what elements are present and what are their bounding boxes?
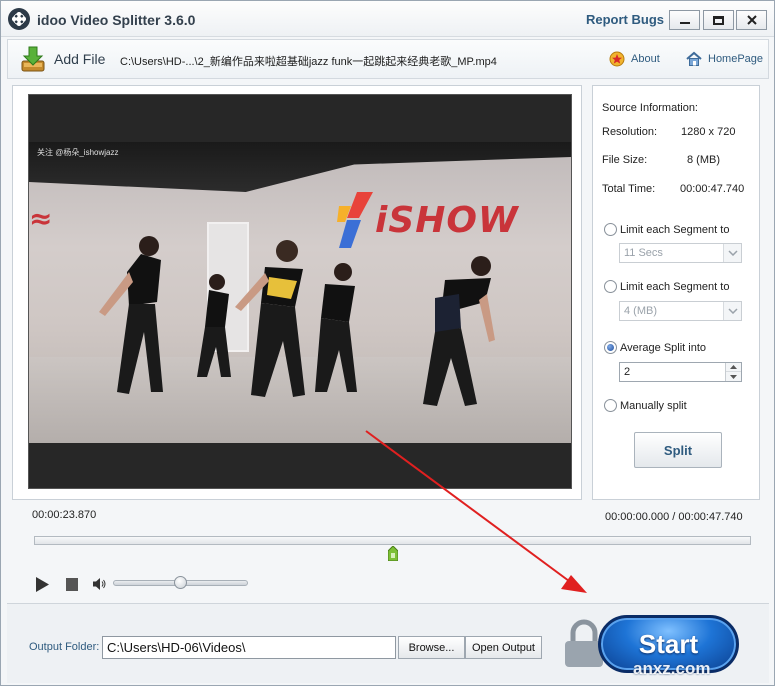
app-window: idoo Video Splitter 3.6.0 Report Bugs Ad… bbox=[0, 0, 775, 686]
file-size-label: File Size: bbox=[602, 154, 648, 166]
split-button[interactable]: Split bbox=[634, 432, 722, 468]
current-time: 00:00:23.870 bbox=[32, 509, 97, 521]
time-range: 00:00:00.000 / 00:00:47.740 bbox=[605, 511, 743, 523]
radio-button[interactable] bbox=[604, 399, 617, 412]
limit-size-label: Limit each Segment to bbox=[620, 280, 730, 293]
radio-button-checked[interactable] bbox=[604, 341, 617, 354]
radio-button[interactable] bbox=[604, 223, 617, 236]
title-bar[interactable]: idoo Video Splitter 3.6.0 Report Bugs bbox=[1, 1, 774, 37]
close-icon bbox=[746, 15, 757, 25]
minimize-button[interactable] bbox=[669, 10, 700, 30]
about-label: About bbox=[631, 53, 660, 65]
limit-time-value: 11 Secs bbox=[624, 247, 663, 259]
minimize-icon bbox=[679, 22, 690, 24]
radio-limit-size[interactable]: Limit each Segment to bbox=[604, 280, 729, 293]
homepage-link[interactable]: HomePage bbox=[686, 51, 763, 67]
volume-icon[interactable] bbox=[92, 577, 106, 591]
dancer-figure bbox=[99, 236, 163, 394]
video-watermark: 关注 @杨朵_ishowjazz bbox=[37, 148, 119, 157]
app-title: idoo Video Splitter 3.6.0 bbox=[37, 12, 196, 28]
radio-manual-split[interactable]: Manually split bbox=[604, 399, 687, 412]
wall-logo-left: ≈ bbox=[29, 202, 53, 235]
video-frame-image: ≈ iSHOW 关注 @杨朵_ishowjazz bbox=[29, 142, 571, 443]
brand-text: iSHOW bbox=[375, 199, 519, 241]
total-time-value: 00:00:47.740 bbox=[680, 183, 745, 195]
dancer-figure bbox=[315, 263, 357, 392]
stepper-down-icon[interactable] bbox=[726, 372, 741, 381]
file-path-text: C:\Users\HD-...\2_新编作品来啦超基础jazz funk一起跳起… bbox=[120, 56, 497, 68]
chevron-down-icon[interactable] bbox=[723, 244, 741, 262]
limit-time-label: Limit each Segment to bbox=[620, 223, 730, 236]
start-label: Start bbox=[638, 628, 699, 659]
chevron-down-icon[interactable] bbox=[723, 302, 741, 320]
video-panel: ≈ iSHOW 关注 @杨朵_ishowjazz bbox=[12, 85, 582, 500]
browse-button[interactable]: Browse... bbox=[398, 636, 465, 659]
file-size-value: 8 (MB) bbox=[687, 154, 720, 166]
average-split-value: 2 bbox=[624, 366, 631, 378]
volume-slider-thumb[interactable] bbox=[173, 576, 187, 589]
report-bugs-link[interactable]: Report Bugs bbox=[586, 12, 664, 27]
close-button[interactable] bbox=[736, 10, 767, 30]
limit-size-value: 4 (MB) bbox=[624, 305, 657, 317]
limit-size-select[interactable]: 4 (MB) bbox=[619, 301, 742, 321]
source-info-panel: Source Information: Resolution: 1280 x 7… bbox=[592, 85, 760, 500]
radio-limit-time[interactable]: Limit each Segment to bbox=[604, 223, 729, 236]
maximize-button[interactable] bbox=[703, 10, 734, 30]
home-icon bbox=[686, 51, 702, 66]
play-icon[interactable] bbox=[35, 577, 50, 592]
download-arrow-icon bbox=[20, 45, 46, 73]
about-link[interactable]: About bbox=[609, 51, 660, 67]
film-reel-icon bbox=[8, 8, 30, 30]
site-watermark: anxz.com bbox=[633, 659, 711, 678]
dancer-figure bbox=[423, 256, 495, 406]
output-folder-label: Output Folder: bbox=[29, 641, 100, 653]
brand-sign: iSHOW bbox=[337, 190, 519, 250]
add-file-button[interactable]: Add File bbox=[20, 44, 115, 74]
source-info-heading: Source Information: bbox=[602, 102, 698, 114]
manual-split-label: Manually split bbox=[620, 399, 687, 412]
average-split-stepper[interactable]: 2 bbox=[619, 362, 742, 382]
average-split-label: Average Split into bbox=[620, 341, 707, 354]
video-player[interactable]: ≈ iSHOW 关注 @杨朵_ishowjazz bbox=[28, 94, 572, 489]
timeline-track[interactable] bbox=[34, 536, 751, 545]
limit-time-select[interactable]: 11 Secs bbox=[619, 243, 742, 263]
toolbar: Add File C:\Users\HD-...\2_新编作品来啦超基础jazz… bbox=[7, 39, 769, 79]
open-output-button[interactable]: Open Output bbox=[465, 636, 542, 659]
homepage-label: HomePage bbox=[708, 53, 764, 65]
radio-button[interactable] bbox=[604, 280, 617, 293]
star-badge-icon bbox=[609, 51, 625, 67]
stop-icon[interactable] bbox=[66, 578, 78, 591]
total-time-label: Total Time: bbox=[602, 183, 656, 195]
timeline-marker-icon[interactable] bbox=[387, 546, 398, 561]
resolution-value: 1280 x 720 bbox=[681, 126, 736, 138]
stepper-buttons bbox=[725, 363, 741, 381]
maximize-icon bbox=[713, 15, 724, 25]
brand-logo-icon bbox=[337, 192, 373, 248]
stepper-up-icon[interactable] bbox=[726, 363, 741, 372]
add-file-label: Add File bbox=[54, 51, 106, 67]
radio-average-split[interactable]: Average Split into bbox=[604, 341, 706, 354]
output-folder-input[interactable] bbox=[102, 636, 396, 659]
resolution-label: Resolution: bbox=[602, 126, 658, 138]
